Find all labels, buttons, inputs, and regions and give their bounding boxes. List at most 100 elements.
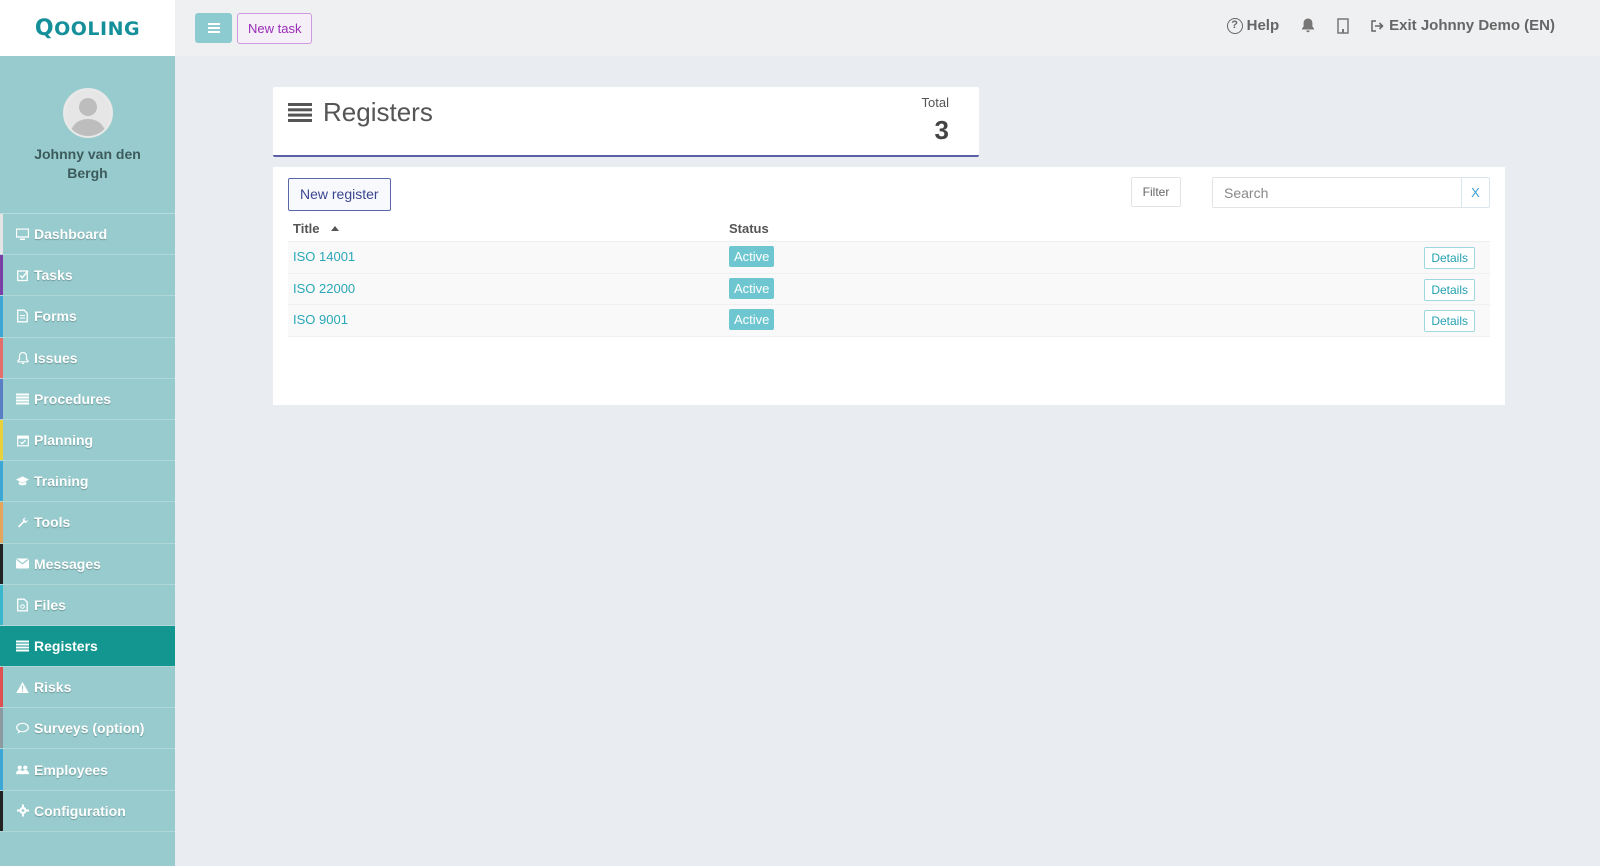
sidebar-item-label: Risks [34, 679, 72, 696]
details-button[interactable]: Details [1424, 247, 1475, 269]
sidebar-item-label: Employees [34, 761, 108, 778]
new-register-button[interactable]: New register [288, 178, 391, 211]
exit-link[interactable]: Exit Johnny Demo (EN) [1371, 17, 1555, 34]
sidebar-item-color-bar [0, 790, 3, 831]
status-badge: Active [729, 309, 775, 330]
sidebar-item-configuration[interactable]: Configuration [0, 790, 175, 832]
graduation-cap-icon [16, 475, 29, 488]
users-icon [16, 763, 29, 776]
search-input[interactable] [1212, 177, 1462, 208]
sidebar-item-issues[interactable]: Issues [0, 337, 175, 379]
user-profile: Johnny van den Bergh [0, 56, 175, 214]
warning-icon [16, 681, 29, 694]
sidebar-nav: Dashboard Tasks Forms Issues Procedures Plann… [0, 214, 175, 832]
logo: QOOLING [34, 15, 141, 41]
sidebar-item-color-bar [0, 378, 3, 419]
gear-icon [16, 804, 29, 817]
document-icon [16, 310, 29, 323]
bell-icon [16, 351, 29, 364]
sidebar-item-employees[interactable]: Employees [0, 749, 175, 791]
sidebar-item-color-bar [0, 214, 3, 255]
sidebar-item-planning[interactable]: Planning [0, 419, 175, 462]
sidebar-item-training[interactable]: Training [0, 461, 175, 503]
hamburger-icon [207, 27, 220, 29]
help-icon: ? [1226, 17, 1243, 34]
sidebar-item-surveys-option[interactable]: Surveys (option) [0, 708, 175, 750]
sidebar-item-risks[interactable]: Risks [0, 667, 175, 709]
sidebar: Johnny van den Bergh Dashboard Tasks Forms… [0, 56, 175, 866]
checkbox-icon [16, 269, 29, 282]
exit-label: Exit Johnny Demo (EN) [1389, 17, 1555, 34]
column-header-title[interactable]: Title [293, 221, 339, 236]
building-icon[interactable] [1337, 17, 1349, 34]
page-title: Registers [323, 97, 433, 127]
calendar-icon [16, 434, 29, 447]
sidebar-item-color-bar [0, 337, 3, 378]
sidebar-item-label: Configuration [34, 802, 126, 819]
sidebar-item-dashboard[interactable]: Dashboard [0, 214, 175, 256]
status-badge: Active [729, 246, 775, 267]
sidebar-item-forms[interactable]: Forms [0, 296, 175, 338]
sort-ascending-icon [330, 226, 339, 231]
sidebar-item-label: Tasks [34, 267, 73, 284]
help-label: Help [1246, 17, 1280, 34]
sidebar-item-label: Registers [34, 637, 98, 654]
sidebar-item-tasks[interactable]: Tasks [0, 255, 175, 297]
sidebar-item-color-bar [0, 255, 3, 296]
sidebar-item-label: Dashboard [34, 226, 108, 243]
menu-toggle-button[interactable] [195, 13, 232, 43]
sidebar-item-label: Tools [34, 514, 71, 531]
clear-search-button[interactable]: X [1461, 177, 1490, 208]
sidebar-item-color-bar [0, 419, 3, 461]
sidebar-item-label: Forms [34, 308, 77, 325]
details-button[interactable]: Details [1424, 310, 1475, 332]
sidebar-item-color-bar [0, 749, 3, 790]
total-count: 3 [934, 115, 949, 145]
sidebar-item-files[interactable]: Files [0, 584, 175, 626]
sidebar-item-color-bar [0, 502, 3, 543]
sidebar-item-label: Messages [34, 555, 101, 572]
table-header: Title Status [288, 217, 1490, 242]
file-icon [16, 598, 29, 612]
avatar[interactable] [62, 88, 113, 138]
envelope-icon [16, 557, 29, 570]
table-row: ISO 22000 Active Details [288, 273, 1490, 305]
sidebar-item-messages[interactable]: Messages [0, 543, 175, 585]
register-title-link[interactable]: ISO 14001 [293, 249, 355, 264]
monitor-icon [16, 228, 29, 241]
sidebar-item-label: Files [34, 596, 66, 613]
notifications-bell-icon[interactable] [1301, 18, 1315, 33]
top-bar: QOOLING New task ? Help Exit Johnny Demo… [0, 0, 1600, 56]
column-header-status: Status [729, 221, 769, 236]
total-label: Total [921, 95, 949, 110]
table-row: ISO 14001 Active Details [288, 242, 1490, 274]
sidebar-item-registers[interactable]: Registers [0, 625, 175, 668]
sidebar-item-tools[interactable]: Tools [0, 502, 175, 544]
sidebar-item-color-bar [0, 461, 3, 502]
table-row: ISO 9001 Active Details [288, 305, 1490, 337]
status-badge: Active [729, 277, 775, 299]
register-title-link[interactable]: ISO 22000 [293, 281, 355, 296]
new-task-button[interactable]: New task [237, 13, 313, 44]
sidebar-item-procedures[interactable]: Procedures [0, 378, 175, 420]
filter-button[interactable]: Filter [1131, 177, 1181, 207]
sidebar-item-color-bar [0, 625, 3, 667]
sidebar-item-label: Issues [34, 349, 78, 366]
list-icon [16, 392, 29, 405]
comment-icon [16, 722, 29, 735]
top-right-menu: ? Help Exit Johnny Demo (EN) [1205, 17, 1555, 34]
sidebar-item-color-bar [0, 667, 3, 708]
details-button[interactable]: Details [1424, 278, 1475, 301]
list-icon [16, 639, 29, 652]
help-link[interactable]: ? Help [1226, 17, 1280, 34]
sidebar-item-label: Procedures [34, 390, 112, 407]
user-silhouette-icon [64, 90, 111, 136]
registers-panel: New register Filter X Title Status ISO 1… [273, 167, 1505, 405]
wrench-icon [16, 516, 29, 529]
register-title-link[interactable]: ISO 9001 [293, 312, 348, 327]
sidebar-item-color-bar [0, 584, 3, 625]
logo-area[interactable]: QOOLING [0, 0, 175, 56]
user-name: Johnny van den Bergh [34, 146, 141, 181]
sign-out-icon [1371, 19, 1384, 32]
table-body: ISO 14001 Active Details ISO 22000 Active Det… [288, 242, 1490, 337]
